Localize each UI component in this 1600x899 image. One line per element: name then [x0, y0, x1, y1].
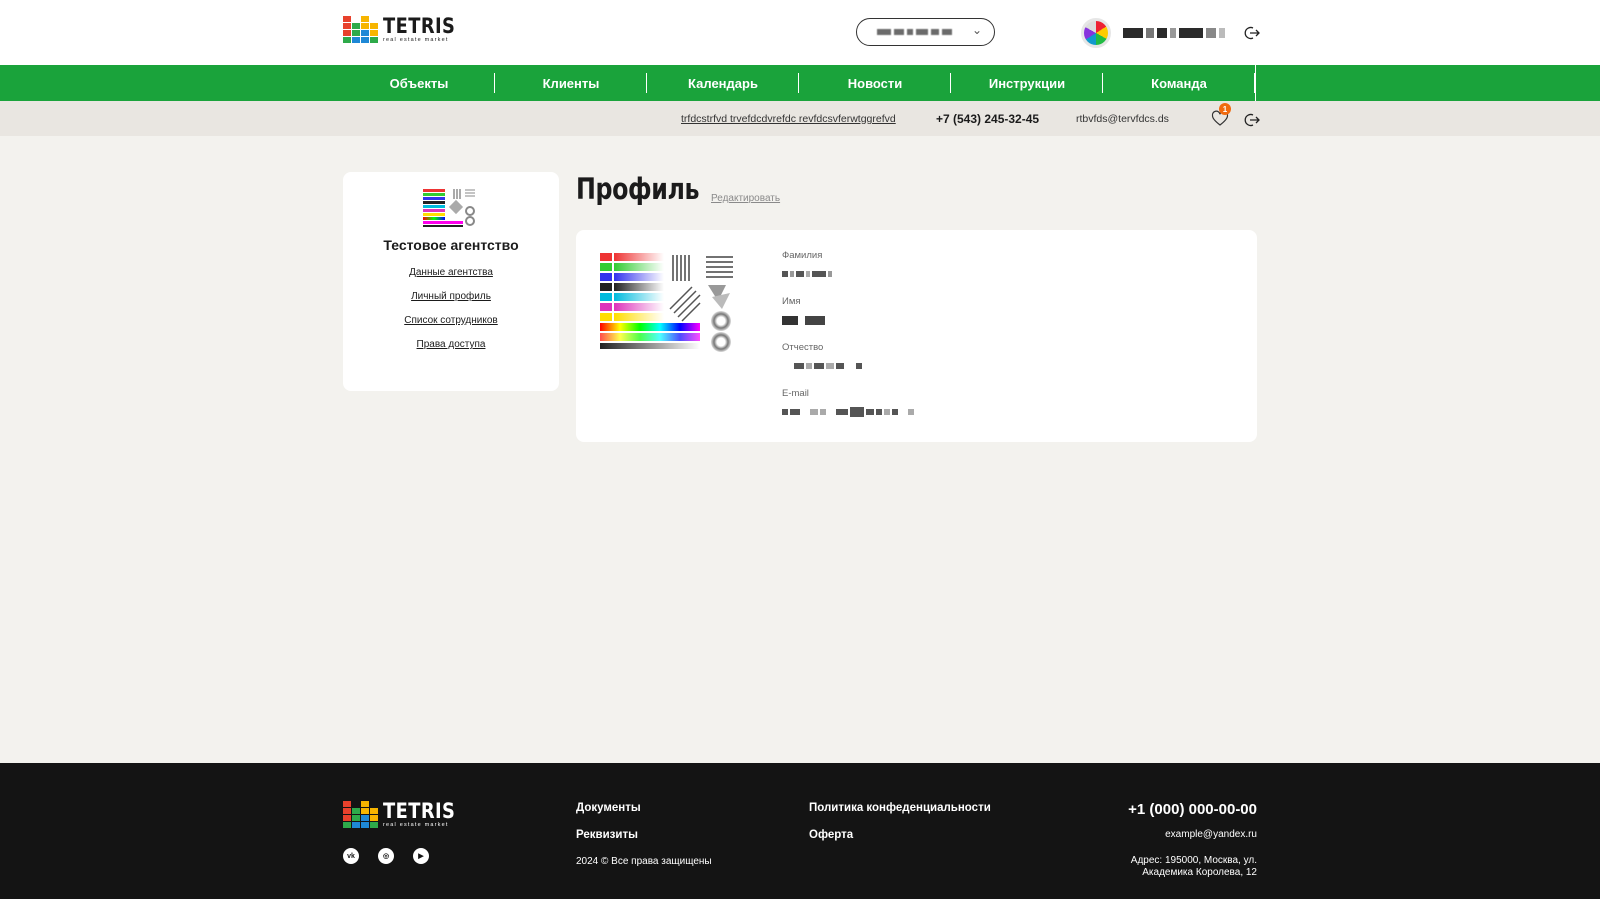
- nav-item-instructions[interactable]: Инструкции: [951, 65, 1103, 101]
- footer: TETRIS real estate market vk ◎ ▶ Докумен…: [0, 763, 1600, 899]
- nav-label: Клиенты: [542, 75, 600, 91]
- agency-logo-image: [423, 189, 475, 227]
- field-value-redacted: [782, 315, 914, 325]
- agency-address-link[interactable]: trfdcstrfvd trvefdcdvrefdc revfdcsvferwt…: [681, 113, 896, 125]
- nav-label: Инструкции: [988, 75, 1066, 91]
- brand-name: TETRIS: [383, 14, 456, 38]
- profile-fields: Фамилия Имя Отчество E-mail: [782, 250, 914, 434]
- avatar[interactable]: [1081, 18, 1111, 48]
- field-value-redacted: [782, 362, 914, 370]
- brand-name: TETRIS: [383, 799, 456, 823]
- logout-icon[interactable]: [1244, 112, 1260, 128]
- nav-label: Команда: [1151, 75, 1207, 91]
- nav-label: Объекты: [389, 75, 449, 91]
- brand-logo[interactable]: TETRIS real estate market: [343, 16, 468, 44]
- footer-link-documents[interactable]: Документы: [576, 802, 641, 814]
- user-name: [1123, 28, 1225, 38]
- brand-tagline: real estate market: [383, 37, 449, 43]
- edit-profile-link[interactable]: Редактировать: [711, 193, 780, 204]
- copyright: 2024 © Все права защищены: [576, 856, 712, 867]
- field-label: E-mail: [782, 388, 809, 399]
- field-last-name: Фамилия: [782, 250, 914, 285]
- field-label: Отчество: [782, 342, 824, 353]
- main-nav: Объекты Клиенты Календарь Новости Инстру…: [0, 65, 1600, 101]
- address-line-2: Академика Королева, 12: [1142, 867, 1257, 878]
- field-patronymic: Отчество: [782, 342, 914, 377]
- field-value-redacted: [782, 407, 914, 417]
- field-first-name: Имя: [782, 296, 914, 331]
- sidebar-link-employees[interactable]: Список сотрудников: [404, 315, 498, 326]
- sidebar-links: Данные агентства Личный профиль Список с…: [343, 267, 559, 350]
- city-select[interactable]: ⌄: [856, 18, 995, 46]
- chevron-down-icon: ⌄: [971, 23, 982, 37]
- brand-tagline: real estate market: [383, 822, 449, 828]
- field-label: Имя: [782, 296, 801, 307]
- footer-address: Адрес: 195000, Москва, ул. Академика Кор…: [1057, 855, 1257, 879]
- profile-card: Фамилия Имя Отчество E-mail: [576, 230, 1257, 442]
- profile-photo: [600, 253, 733, 352]
- agency-name: Тестовое агентство: [383, 237, 519, 253]
- footer-email[interactable]: example@yandex.ru: [1165, 829, 1257, 840]
- favorites-count-badge: 1: [1219, 103, 1231, 115]
- nav-item-objects[interactable]: Объекты: [343, 65, 495, 101]
- logo-mark-icon: [343, 801, 378, 829]
- instagram-icon[interactable]: ◎: [378, 848, 394, 864]
- agency-phone[interactable]: +7 (543) 245-32-45: [936, 112, 1039, 126]
- nav-item-news[interactable]: Новости: [799, 65, 951, 101]
- logo-mark-icon: [343, 16, 378, 44]
- footer-phone[interactable]: +1 (000) 000-00-00: [1128, 801, 1257, 818]
- footer-link-requisites[interactable]: Реквизиты: [576, 829, 638, 841]
- page-title: Профиль: [576, 172, 700, 206]
- sidebar-link-agency-data[interactable]: Данные агентства: [409, 267, 493, 278]
- agency-email[interactable]: rtbvfds@tervfdcs.ds: [1076, 113, 1169, 125]
- field-label: Фамилия: [782, 250, 823, 261]
- agency-sidebar: Тестовое агентство Данные агентства Личн…: [343, 172, 559, 391]
- nav-item-team[interactable]: Команда: [1103, 65, 1256, 101]
- field-email: E-mail: [782, 388, 914, 423]
- header: TETRIS real estate market ⌄: [0, 0, 1600, 65]
- vk-icon[interactable]: vk: [343, 848, 359, 864]
- nav-label: Календарь: [688, 75, 758, 91]
- field-value-redacted: [782, 270, 914, 278]
- address-line-1: Адрес: 195000, Москва, ул.: [1130, 855, 1257, 866]
- youtube-icon[interactable]: ▶: [413, 848, 429, 864]
- social-links: vk ◎ ▶: [343, 848, 429, 864]
- nav-item-clients[interactable]: Клиенты: [495, 65, 647, 101]
- footer-link-offer[interactable]: Оферта: [809, 829, 853, 841]
- footer-brand-logo[interactable]: TETRIS real estate market: [343, 801, 468, 829]
- sidebar-link-personal-profile[interactable]: Личный профиль: [411, 291, 491, 302]
- nav-item-calendar[interactable]: Календарь: [647, 65, 799, 101]
- nav-label: Новости: [847, 75, 903, 91]
- sidebar-link-access-rights[interactable]: Права доступа: [417, 339, 486, 350]
- user-menu[interactable]: [1081, 18, 1225, 48]
- info-bar: trfdcstrfvd trvefdcdvrefdc revfdcsvferwt…: [0, 101, 1600, 136]
- logout-icon[interactable]: [1244, 25, 1260, 41]
- footer-link-privacy[interactable]: Политика конфеденциальности: [809, 802, 991, 814]
